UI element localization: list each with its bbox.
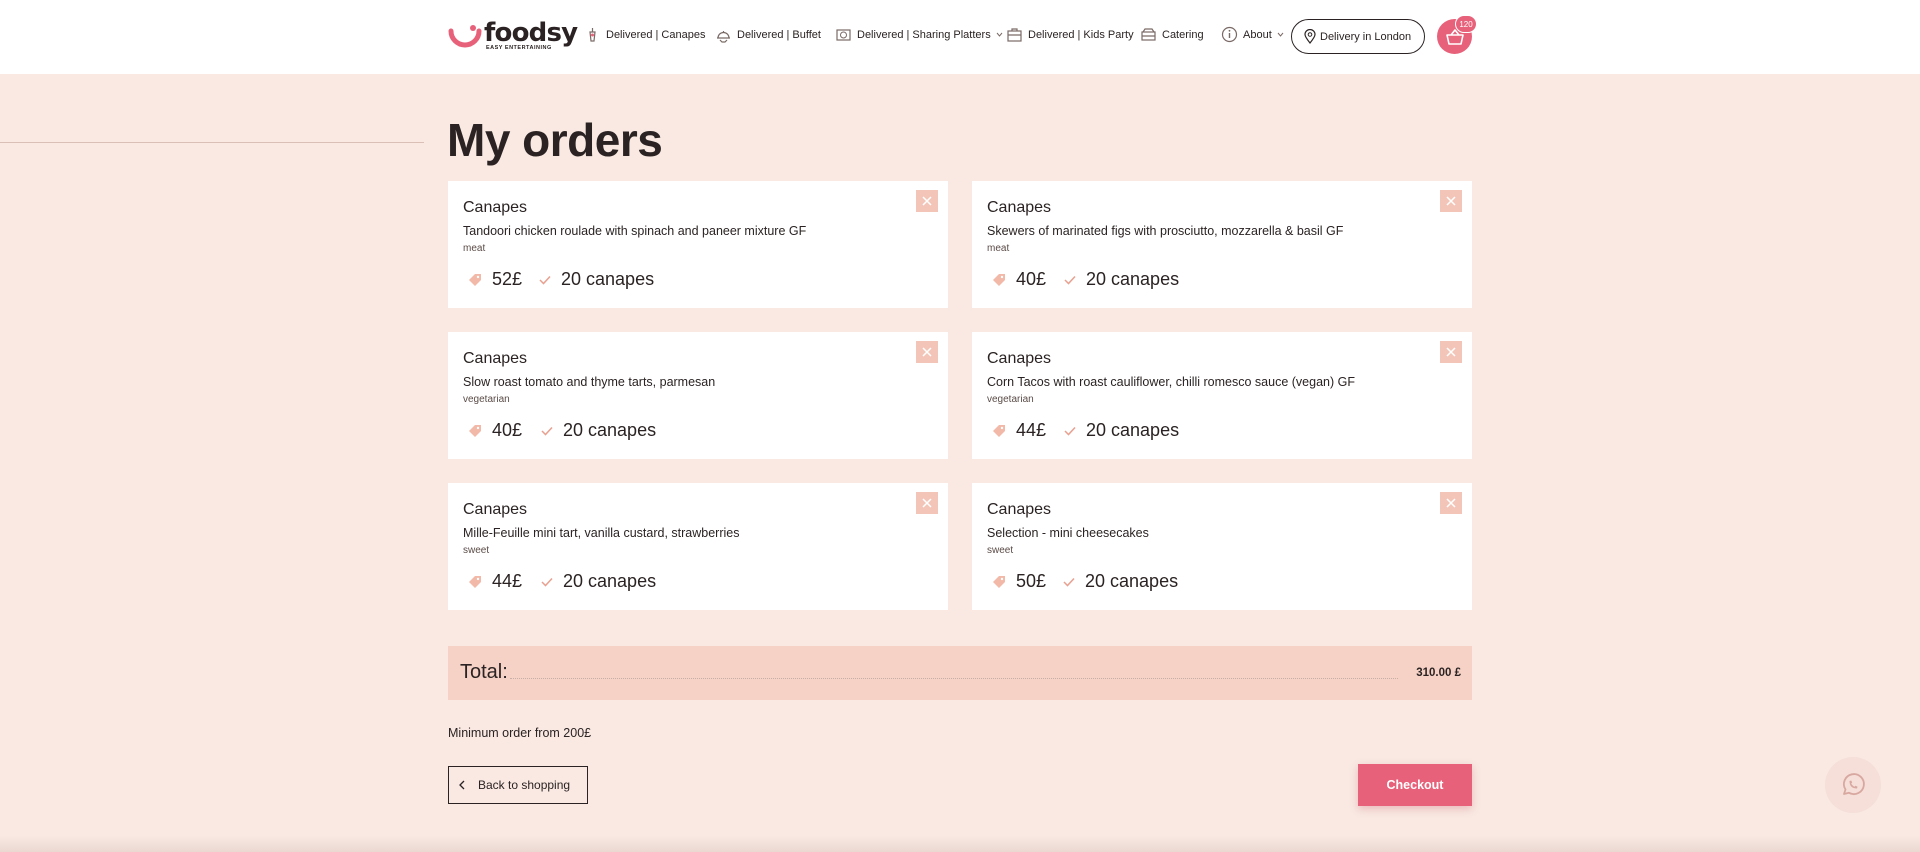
order-name: Selection - mini cheesecakes [987, 526, 1149, 540]
remove-item-button[interactable] [916, 341, 938, 363]
nav-item-catering[interactable]: Catering [1140, 26, 1204, 43]
chevron-down-icon [996, 32, 1003, 37]
logo-wordmark: foodsy [484, 18, 578, 48]
order-name: Skewers of marinated figs with prosciutt… [987, 224, 1344, 238]
price-tag-icon [469, 575, 481, 588]
delivery-location-button[interactable]: Delivery in London [1291, 19, 1425, 54]
remove-item-button[interactable] [1440, 341, 1462, 363]
order-category: Canapes [987, 199, 1052, 216]
check-icon [541, 577, 553, 587]
close-icon [922, 498, 932, 508]
price-tag-icon [993, 575, 1005, 588]
order-card: Canapes Skewers of marinated figs with p… [972, 181, 1472, 308]
order-category: Canapes [463, 501, 528, 518]
remove-item-button[interactable] [916, 190, 938, 212]
order-name: Corn Tacos with roast cauliflower, chill… [987, 375, 1355, 389]
check-icon [1064, 275, 1076, 285]
order-quantity: 20 canapes [541, 420, 656, 441]
total-leader-line [510, 678, 1398, 679]
lunchbox-icon [1007, 28, 1022, 42]
whatsapp-icon [1843, 773, 1865, 795]
price-tag-icon [469, 424, 481, 437]
cart-count-badge: 120 [1455, 15, 1477, 33]
chat-button[interactable] [1825, 757, 1881, 813]
price-tag-icon [993, 424, 1005, 437]
order-card: Canapes Mille-Feuille mini tart, vanilla… [448, 483, 948, 610]
order-category: Canapes [463, 199, 528, 216]
site-header: foodsy EASY ENTERTAINING Delivered | Can… [0, 0, 1920, 74]
check-icon [1063, 577, 1075, 587]
order-name: Slow roast tomato and thyme tarts, parme… [463, 375, 716, 389]
price-tag-icon [993, 273, 1005, 286]
logo[interactable]: foodsy EASY ENTERTAINING [448, 18, 578, 52]
total-value: 310.00 £ [1416, 667, 1461, 679]
order-quantity: 20 canapes [541, 571, 656, 592]
check-icon [539, 275, 551, 285]
platter-icon [836, 29, 851, 41]
order-tag: meat [987, 243, 1010, 254]
remove-item-button[interactable] [1440, 190, 1462, 212]
total-label: Total: [460, 661, 508, 683]
info-icon [1221, 26, 1238, 43]
order-name: Tandoori chicken roulade with spinach an… [463, 224, 807, 238]
canape-icon [589, 28, 596, 42]
chevron-down-icon [1277, 32, 1284, 37]
order-price: 52£ [468, 269, 522, 290]
price-tag-icon [469, 273, 481, 286]
nav-item-kids-party[interactable]: Delivered | Kids Party [1006, 26, 1134, 43]
order-quantity: 20 canapes [1064, 420, 1179, 441]
order-tag: sweet [987, 545, 1014, 556]
order-total: Total: 310.00 £ [448, 646, 1472, 700]
footer-edge [0, 836, 1920, 852]
logo-smile-icon [448, 25, 482, 48]
order-price: 50£ [992, 571, 1046, 592]
order-category: Canapes [987, 501, 1052, 518]
nav-item-about[interactable]: About [1221, 26, 1284, 43]
minimum-order-note: Minimum order from 200£ [448, 726, 592, 740]
page-title: My orders [447, 114, 663, 166]
order-card: Canapes Corn Tacos with roast cauliflowe… [972, 332, 1472, 459]
close-icon [1446, 196, 1456, 206]
order-quantity: 20 canapes [539, 269, 654, 290]
order-card: Canapes Tandoori chicken roulade with sp… [448, 181, 948, 308]
cloche-icon [717, 31, 730, 43]
close-icon [922, 347, 932, 357]
order-quantity: 20 canapes [1064, 269, 1179, 290]
chevron-left-icon [459, 780, 465, 790]
checkout-button[interactable]: Checkout [1358, 764, 1472, 806]
order-price: 40£ [992, 269, 1046, 290]
close-icon [922, 196, 932, 206]
order-quantity: 20 canapes [1063, 571, 1178, 592]
check-icon [541, 426, 553, 436]
order-price: 40£ [468, 420, 522, 441]
nav-item-sharing-platters[interactable]: Delivered | Sharing Platters [835, 26, 1003, 43]
order-tag: sweet [463, 545, 490, 556]
nav-item-buffet[interactable]: Delivered | Buffet [715, 26, 821, 43]
order-name: Mille-Feuille mini tart, vanilla custard… [463, 526, 740, 540]
close-icon [1446, 347, 1456, 357]
order-card: Canapes Selection - mini cheesecakes swe… [972, 483, 1472, 610]
order-price: 44£ [468, 571, 522, 592]
close-icon [1446, 498, 1456, 508]
order-category: Canapes [463, 350, 528, 367]
order-tag: meat [463, 243, 486, 254]
remove-item-button[interactable] [916, 492, 938, 514]
location-pin-icon [1304, 29, 1316, 44]
check-icon [1064, 426, 1076, 436]
order-card: Canapes Slow roast tomato and thyme tart… [448, 332, 948, 459]
order-price: 44£ [992, 420, 1046, 441]
remove-item-button[interactable] [1440, 492, 1462, 514]
title-divider [0, 142, 424, 143]
back-to-shopping-button[interactable]: Back to shopping [448, 766, 588, 804]
order-category: Canapes [987, 350, 1052, 367]
nav-item-canapes[interactable]: Delivered | Canapes [584, 26, 705, 43]
order-tag: vegetarian [987, 394, 1034, 405]
order-tag: vegetarian [463, 394, 510, 405]
catering-icon [1141, 28, 1156, 41]
